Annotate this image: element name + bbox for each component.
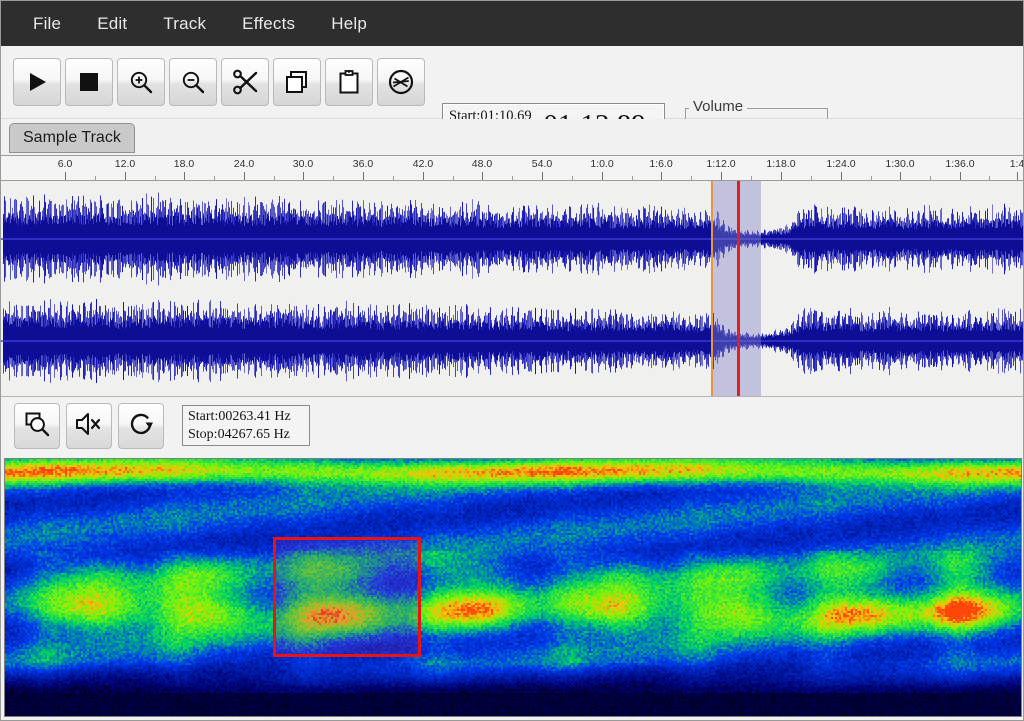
spectrogram-zoom-button[interactable] <box>14 403 60 449</box>
zoom-selection-icon <box>24 411 50 442</box>
scissors-icon <box>231 68 259 96</box>
spectrogram-refresh-button[interactable] <box>118 403 164 449</box>
ruler-tick <box>184 172 185 181</box>
ruler-label: 36.0 <box>353 158 373 170</box>
zoom-in-icon <box>128 69 154 95</box>
ruler-tick <box>841 172 842 181</box>
playhead-marker[interactable] <box>737 181 740 396</box>
time-ruler[interactable]: 6.0 12.0 18.0 24.0 30.0 36.0 42.0 48.0 54.0 1:0.0… <box>1 155 1024 181</box>
spectrogram-pane[interactable] <box>4 458 1022 717</box>
delete-button[interactable] <box>377 58 425 106</box>
zoom-out-icon <box>180 69 206 95</box>
ruler-label: 1:4 <box>1010 158 1024 170</box>
ruler-tick <box>721 172 722 181</box>
ruler-label: 1:12.0 <box>706 158 735 170</box>
track-tab-sample-track[interactable]: Sample Track <box>9 123 135 153</box>
clipboard-icon <box>336 69 362 95</box>
spectrogram-canvas[interactable] <box>5 459 1022 717</box>
ruler-tick <box>1017 172 1018 181</box>
ruler-label: 1:0.0 <box>590 158 613 170</box>
frequency-display[interactable]: Start:00263.41 Hz Stop:04267.65 Hz <box>182 405 310 446</box>
track-tab-strip: Sample Track <box>1 119 1024 155</box>
speaker-mute-icon <box>75 411 103 442</box>
copy-icon <box>284 69 310 95</box>
ruler-label: 1:24.0 <box>826 158 855 170</box>
main-toolbar: Start:01:10.69 Stop: 01:15.90 01:12.89 V… <box>1 46 1024 119</box>
ruler-tick <box>602 172 603 181</box>
menu-item-track[interactable]: Track <box>145 10 224 38</box>
ruler-label: 54.0 <box>532 158 552 170</box>
ruler-tick <box>244 172 245 181</box>
ruler-label: 1:36.0 <box>945 158 974 170</box>
waveform-canvas[interactable] <box>1 181 1024 396</box>
ruler-tick <box>482 172 483 181</box>
ruler-tick <box>542 172 543 181</box>
spectrogram-mute-button[interactable] <box>66 403 112 449</box>
frequency-stop: Stop:04267.65 Hz <box>188 426 309 444</box>
ruler-label: 1:30.0 <box>885 158 914 170</box>
stop-icon <box>77 70 101 94</box>
menu-item-help[interactable]: Help <box>313 10 385 38</box>
waveform-pane[interactable] <box>1 181 1024 396</box>
ruler-tick <box>900 172 901 181</box>
no-entry-icon <box>387 68 415 96</box>
menu-item-file[interactable]: File <box>15 10 79 38</box>
stop-button[interactable] <box>65 58 113 106</box>
ruler-label: 48.0 <box>472 158 492 170</box>
ruler-label: 1:18.0 <box>766 158 795 170</box>
ruler-tick <box>781 172 782 181</box>
frequency-start: Start:00263.41 Hz <box>188 408 309 426</box>
paste-button[interactable] <box>325 58 373 106</box>
audio-editor-window: File Edit Track Effects Help Start:01:10… <box>0 0 1024 721</box>
ruler-label: 12.0 <box>115 158 135 170</box>
menu-item-edit[interactable]: Edit <box>79 10 145 38</box>
ruler-label: 6.0 <box>58 158 73 170</box>
play-icon <box>25 70 49 94</box>
ruler-label: 1:6.0 <box>649 158 672 170</box>
menu-item-effects[interactable]: Effects <box>224 10 313 38</box>
refresh-icon <box>128 411 154 442</box>
menu-bar: File Edit Track Effects Help <box>1 1 1024 46</box>
cut-button[interactable] <box>221 58 269 106</box>
ruler-label: 30.0 <box>293 158 313 170</box>
zoom-in-button[interactable] <box>117 58 165 106</box>
ruler-tick <box>303 172 304 181</box>
zoom-out-button[interactable] <box>169 58 217 106</box>
ruler-label: 18.0 <box>174 158 194 170</box>
ruler-label: 24.0 <box>234 158 254 170</box>
ruler-tick <box>363 172 364 181</box>
selection-start-marker[interactable] <box>711 181 713 396</box>
play-button[interactable] <box>13 58 61 106</box>
ruler-label: 42.0 <box>413 158 433 170</box>
copy-button[interactable] <box>273 58 321 106</box>
ruler-tick <box>661 172 662 181</box>
ruler-tick <box>960 172 961 181</box>
ruler-tick <box>423 172 424 181</box>
ruler-tick <box>125 172 126 181</box>
ruler-tick <box>65 172 66 181</box>
volume-label: Volume <box>689 98 747 115</box>
